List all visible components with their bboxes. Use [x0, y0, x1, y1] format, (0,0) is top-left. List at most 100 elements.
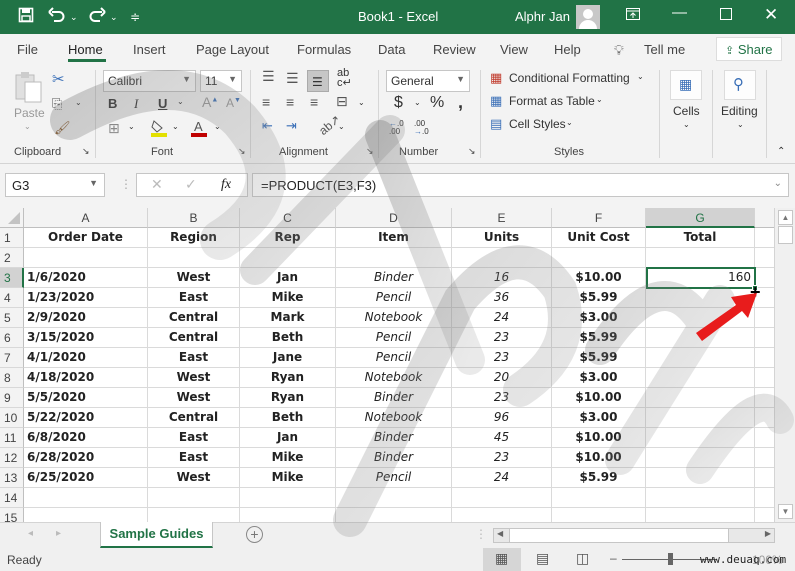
- cell-h2[interactable]: [755, 248, 774, 268]
- underline-button[interactable]: U: [158, 96, 167, 111]
- align-center-icon[interactable]: ≡: [286, 94, 294, 110]
- cell-c9[interactable]: Ryan: [240, 388, 336, 408]
- normal-view-button[interactable]: ▦: [483, 548, 521, 571]
- cell-e12[interactable]: 23: [452, 448, 552, 468]
- cell-c5[interactable]: Mark: [240, 308, 336, 328]
- hscroll-grip-icon[interactable]: ⋮: [475, 527, 487, 541]
- redo-icon[interactable]: [88, 7, 106, 29]
- cell-a6[interactable]: 3/15/2020: [24, 328, 148, 348]
- cell-e9[interactable]: 23: [452, 388, 552, 408]
- cell-d13[interactable]: Pencil: [336, 468, 452, 488]
- insert-function-button[interactable]: fx: [221, 177, 231, 193]
- cell-e6[interactable]: 23: [452, 328, 552, 348]
- cell-c14[interactable]: [240, 488, 336, 508]
- cell-f4[interactable]: $5.99: [552, 288, 646, 308]
- cell-f1[interactable]: Unit Cost: [552, 228, 646, 248]
- bold-button[interactable]: B: [108, 96, 117, 111]
- cell-h9[interactable]: [755, 388, 774, 408]
- font-name-select[interactable]: Calibri ▼: [103, 70, 196, 92]
- tab-formulas[interactable]: Formulas: [297, 42, 351, 57]
- cell-c7[interactable]: Jane: [240, 348, 336, 368]
- cell-a15[interactable]: [24, 508, 148, 522]
- editing-label[interactable]: Editing: [721, 104, 758, 118]
- cells-button[interactable]: ▦: [670, 70, 702, 100]
- tab-help[interactable]: Help: [554, 42, 581, 57]
- cell-h10[interactable]: [755, 408, 774, 428]
- cell-a2[interactable]: [24, 248, 148, 268]
- cell-e2[interactable]: [452, 248, 552, 268]
- cell-f3[interactable]: $10.00: [552, 268, 646, 288]
- row-header-7[interactable]: 7: [0, 348, 24, 368]
- cell-a9[interactable]: 5/5/2020: [24, 388, 148, 408]
- cell-g14[interactable]: [646, 488, 755, 508]
- cell-d10[interactable]: Notebook: [336, 408, 452, 428]
- cell-h1[interactable]: [755, 228, 774, 248]
- cell-a4[interactable]: 1/23/2020: [24, 288, 148, 308]
- tell-me-search[interactable]: Tell me: [644, 42, 685, 57]
- column-header-g[interactable]: G: [646, 208, 755, 228]
- cell-f15[interactable]: [552, 508, 646, 522]
- cell-h13[interactable]: [755, 468, 774, 488]
- zoom-out-icon[interactable]: –: [610, 551, 617, 565]
- row-header-15[interactable]: 15: [0, 508, 24, 522]
- cell-h5[interactable]: [755, 308, 774, 328]
- column-header-c[interactable]: C: [240, 208, 336, 228]
- cell-d8[interactable]: Notebook: [336, 368, 452, 388]
- cell-g9[interactable]: [646, 388, 755, 408]
- cell-c4[interactable]: Mike: [240, 288, 336, 308]
- borders-dropdown-icon[interactable]: ⌄: [128, 122, 135, 131]
- fill-color-icon[interactable]: [150, 118, 168, 141]
- cell-b8[interactable]: West: [148, 368, 240, 388]
- cell-c10[interactable]: Beth: [240, 408, 336, 428]
- cell-d5[interactable]: Notebook: [336, 308, 452, 328]
- format-as-table-button[interactable]: Format as Table: [509, 94, 595, 108]
- tab-view[interactable]: View: [500, 42, 528, 57]
- enter-icon[interactable]: ✓: [185, 176, 197, 193]
- scroll-right-icon[interactable]: ▶: [765, 529, 771, 538]
- cell-g6[interactable]: [646, 328, 755, 348]
- name-box[interactable]: G3 ▼: [5, 173, 105, 197]
- customize-qat-icon[interactable]: ≑: [130, 7, 140, 27]
- column-header-h[interactable]: [755, 208, 774, 228]
- tab-home[interactable]: Home: [68, 42, 103, 57]
- cell-e7[interactable]: 23: [452, 348, 552, 368]
- cell-c11[interactable]: Jan: [240, 428, 336, 448]
- format-as-table-dropdown-icon[interactable]: ⌄: [596, 95, 603, 104]
- share-button[interactable]: ⇪ Share: [716, 37, 782, 61]
- cell-a10[interactable]: 5/22/2020: [24, 408, 148, 428]
- font-color-icon[interactable]: A: [190, 118, 208, 141]
- sheet-next-icon[interactable]: ▸: [56, 528, 61, 539]
- vertical-scrollbar[interactable]: ▲ ▼: [774, 208, 795, 522]
- copy-dropdown-icon[interactable]: ⌄: [75, 98, 82, 107]
- cell-d14[interactable]: [336, 488, 452, 508]
- cell-c15[interactable]: [240, 508, 336, 522]
- cell-a12[interactable]: 6/28/2020: [24, 448, 148, 468]
- cell-b12[interactable]: East: [148, 448, 240, 468]
- row-header-12[interactable]: 12: [0, 448, 24, 468]
- column-header-d[interactable]: D: [336, 208, 452, 228]
- editing-dropdown-icon[interactable]: ⌄: [737, 120, 744, 129]
- cell-b14[interactable]: [148, 488, 240, 508]
- cancel-icon[interactable]: ✕: [151, 176, 163, 193]
- cell-g12[interactable]: [646, 448, 755, 468]
- middle-align-icon[interactable]: ☰: [286, 70, 299, 87]
- align-right-icon[interactable]: ≡: [310, 94, 318, 110]
- fill-color-dropdown-icon[interactable]: ⌄: [172, 122, 179, 131]
- save-icon[interactable]: [18, 7, 34, 29]
- cell-b10[interactable]: Central: [148, 408, 240, 428]
- tab-insert[interactable]: Insert: [133, 42, 166, 57]
- editing-button[interactable]: ⚲: [724, 70, 756, 100]
- conditional-formatting-button[interactable]: Conditional Formatting: [509, 71, 630, 85]
- column-header-b[interactable]: B: [148, 208, 240, 228]
- avatar[interactable]: [576, 5, 600, 29]
- sheet-prev-icon[interactable]: ◂: [28, 528, 33, 539]
- cell-a5[interactable]: 2/9/2020: [24, 308, 148, 328]
- cell-e4[interactable]: 36: [452, 288, 552, 308]
- row-header-5[interactable]: 5: [0, 308, 24, 328]
- cell-h8[interactable]: [755, 368, 774, 388]
- row-header-10[interactable]: 10: [0, 408, 24, 428]
- conditional-formatting-dropdown-icon[interactable]: ⌄: [637, 72, 644, 81]
- cell-a1[interactable]: Order Date: [24, 228, 148, 248]
- cell-g1[interactable]: Total: [646, 228, 755, 248]
- cell-d1[interactable]: Item: [336, 228, 452, 248]
